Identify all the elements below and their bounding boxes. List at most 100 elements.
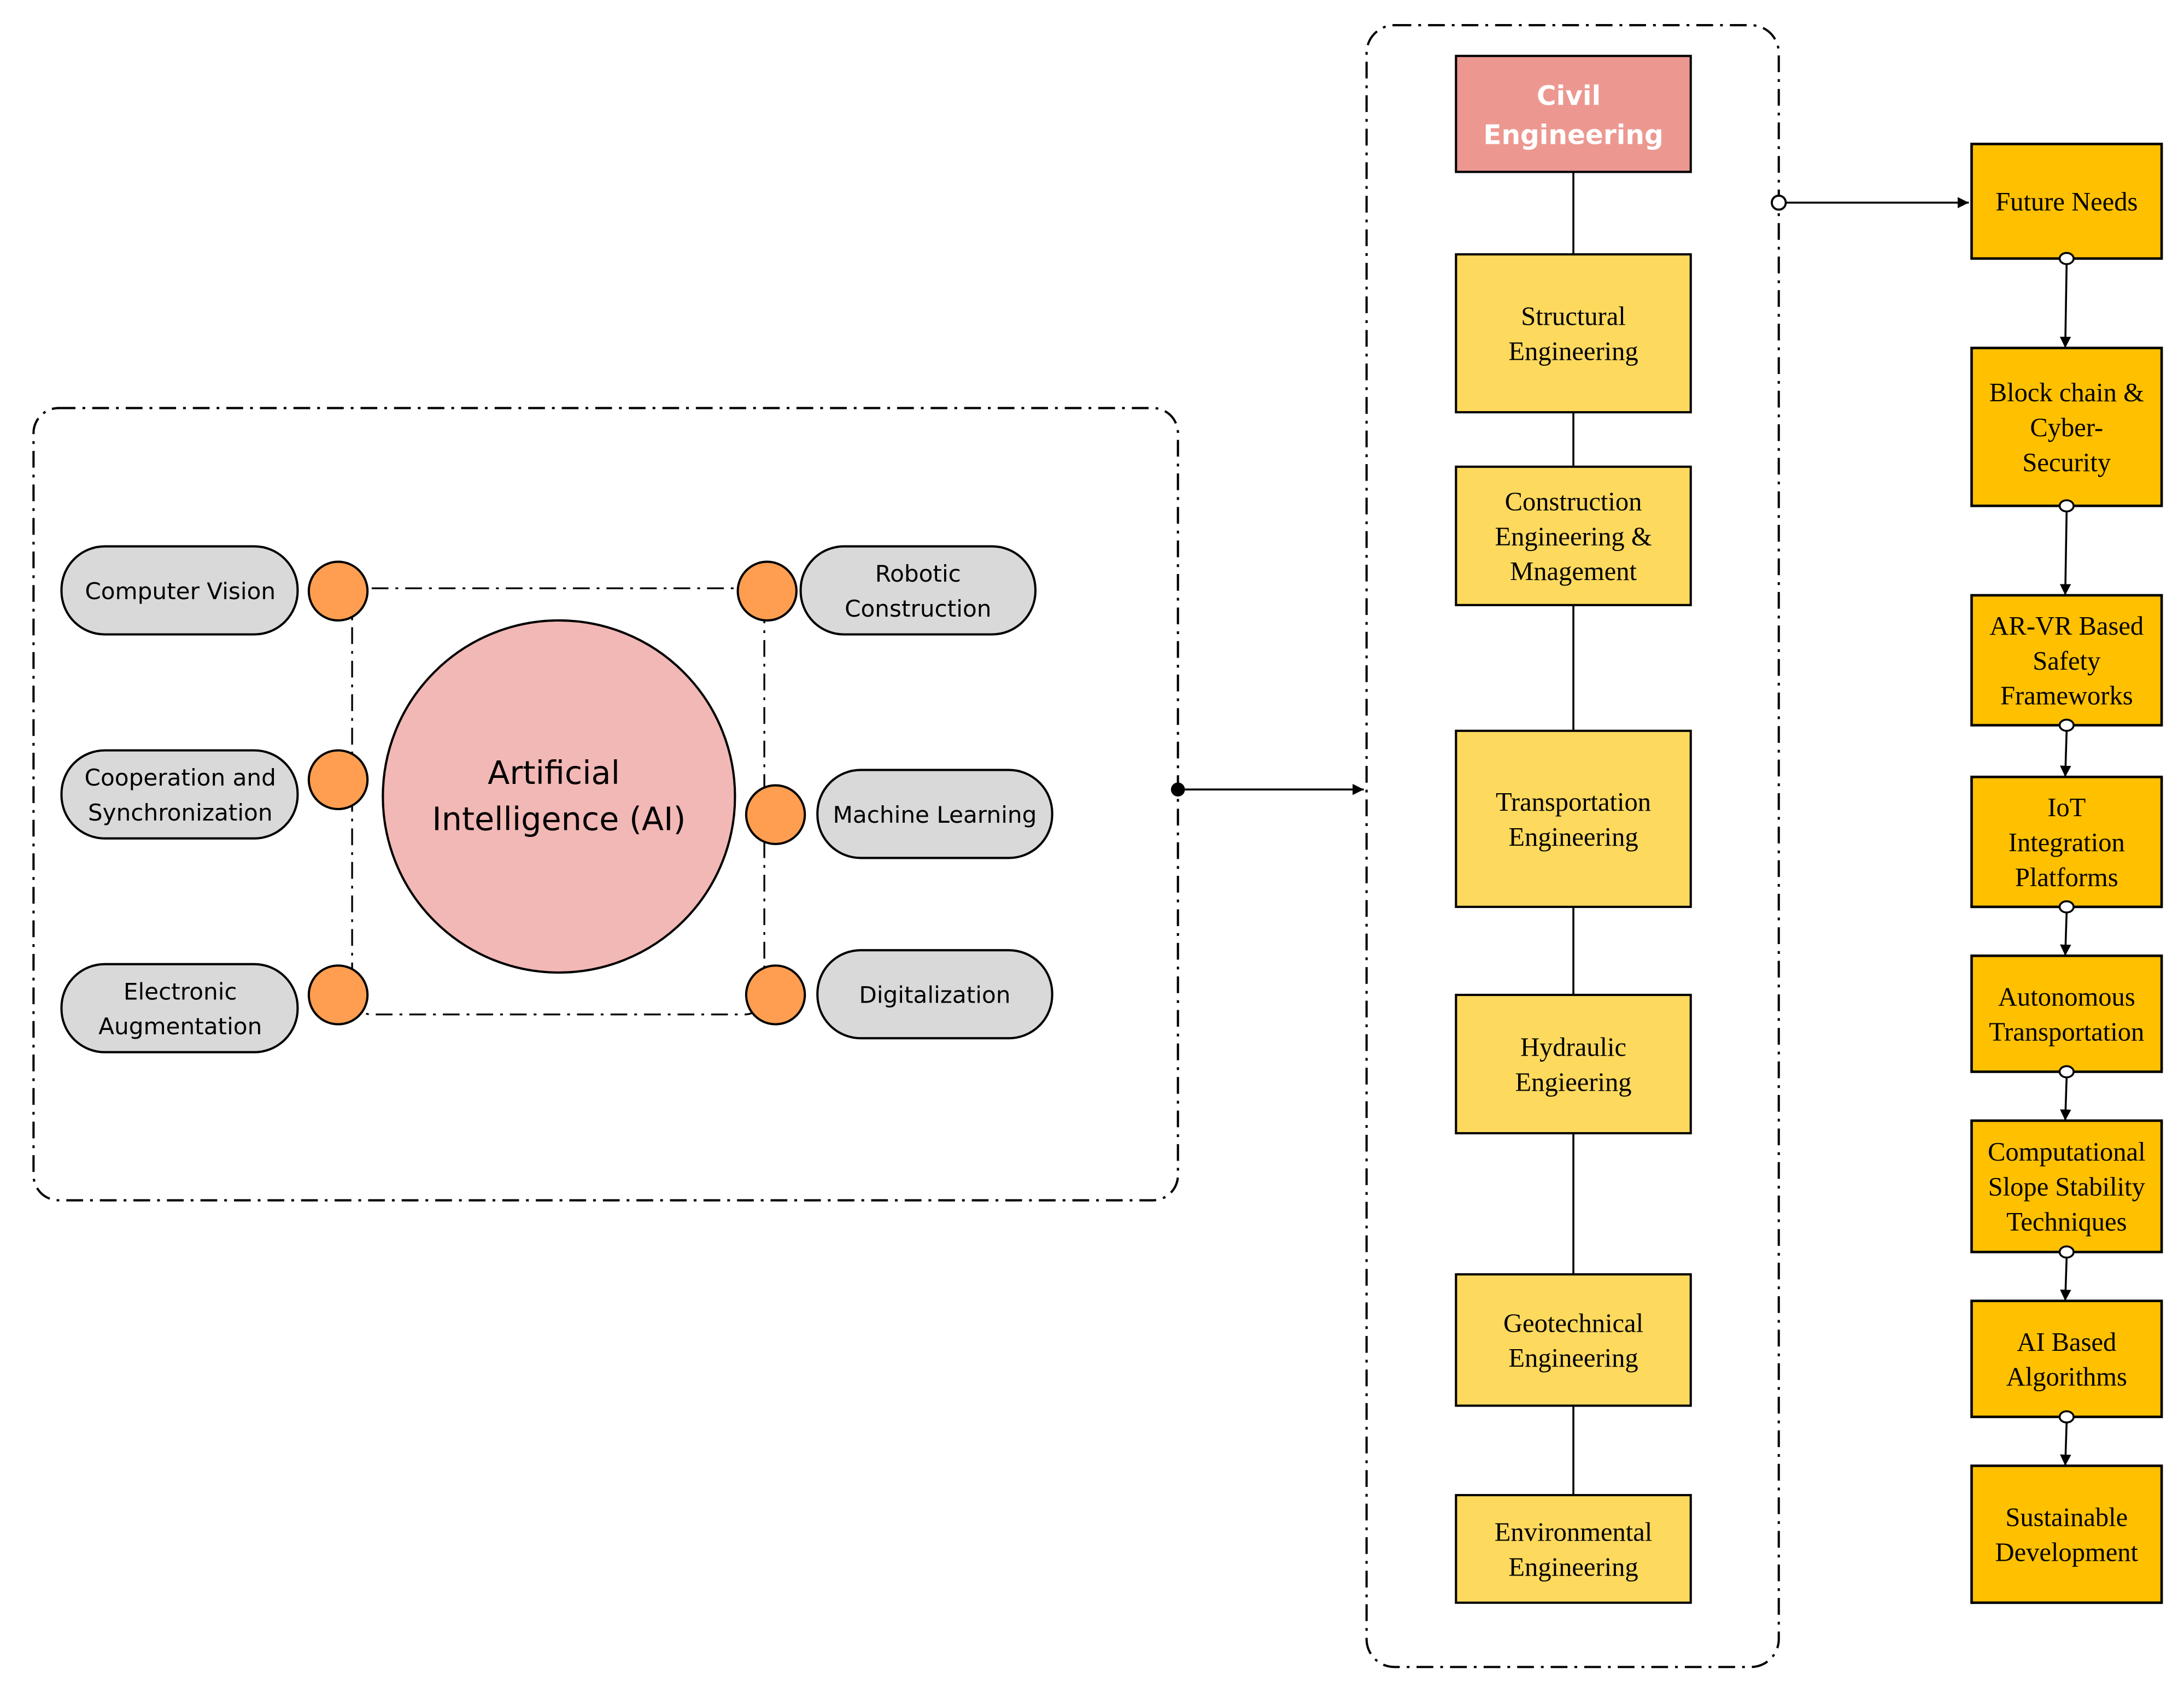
- civil-branch-node: Hydraulic Engieering: [1455, 993, 1692, 1135]
- future-need-node: Sustainable Development: [1970, 1465, 2163, 1604]
- civil-branch-label-line: Engineering: [1508, 337, 1638, 366]
- future-need-box: [1970, 954, 2163, 1073]
- civil-branch-label-line: Construction: [1505, 487, 1642, 516]
- future-need-label-line: Transportation: [1989, 1017, 2144, 1046]
- future-need-label-line: Security: [2022, 448, 2111, 477]
- future-need-box: [1970, 1465, 2163, 1604]
- capability-label-line: Computer Vision: [85, 578, 276, 605]
- future-chain-arrow: [2060, 1257, 2071, 1301]
- ai-capability-item: Cooperation and Synchronization: [60, 749, 369, 840]
- ai-center-circle: [382, 619, 736, 974]
- civil-output-connector-ring: [1771, 194, 1787, 211]
- ai-right-items: Robotic Construction Machine Learning Digit…: [736, 545, 1053, 1040]
- connector-node: [745, 964, 806, 1026]
- civil-branch-label-line: Engineering: [1508, 1552, 1638, 1582]
- future-need-label-line: Algorithms: [2006, 1362, 2127, 1392]
- future-group: Future Needs Block chain & Cyber- Security A…: [1970, 143, 2163, 1604]
- future-chain-arrow: [2060, 1422, 2071, 1466]
- future-need-label-line: Computational: [1988, 1137, 2146, 1167]
- capability-label-line: Cooperation and: [85, 764, 276, 791]
- capability-label: Machine Learning: [833, 801, 1037, 828]
- future-need-label-line: Safety: [2033, 646, 2101, 676]
- civil-branch-label-line: Geotechnical: [1503, 1308, 1643, 1338]
- ai-center-label-line2: Intelligence (AI): [432, 800, 686, 837]
- future-chain-connector-ring: [2058, 1245, 2075, 1259]
- capability-label-line: Construction: [845, 595, 991, 622]
- capability-label: Computer Vision: [85, 578, 276, 605]
- connector-node: [307, 560, 369, 622]
- civil-root-node: Civil Engineering: [1455, 55, 1692, 173]
- civil-branch-node: Construction Engineering & Mnagement: [1455, 465, 1692, 606]
- ai-capability-item: Machine Learning: [745, 769, 1053, 859]
- civil-root-label-line2: Engineering: [1483, 120, 1663, 150]
- civil-branch-node: Structural Engineering: [1455, 253, 1692, 414]
- future-chain-arrow: [2060, 1077, 2071, 1121]
- connector-node: [736, 560, 798, 622]
- future-need-node: Block chain & Cyber- Security: [1970, 347, 2163, 507]
- ai-capability-item: Electronic Augmentation: [60, 963, 369, 1053]
- civil-branch-box: [1455, 993, 1692, 1135]
- capability-label: Digitalization: [859, 982, 1010, 1009]
- civil-branch-label-line: Mnagement: [1510, 557, 1637, 586]
- ai-cluster-group: Artificial Intelligence (AI) Computer Vi…: [32, 407, 1364, 1202]
- future-need-label-line: Frameworks: [2000, 681, 2133, 711]
- civil-branch-label-line: Engieering: [1515, 1067, 1632, 1097]
- civil-branch-label-line: Engineering &: [1495, 522, 1652, 551]
- future-need-label-line: Sustainable: [2005, 1503, 2128, 1532]
- capability-label-line: Synchronization: [88, 799, 273, 826]
- capability-label-line: Augmentation: [98, 1013, 262, 1040]
- future-need-label-line: Platforms: [2015, 863, 2118, 892]
- civil-branch-label: Construction Engineering & Mnagement: [1495, 487, 1652, 586]
- ai-civil-engineering-diagram: Artificial Intelligence (AI) Computer Vi…: [32, 24, 2163, 1668]
- civil-branch-label-line: Structural: [1521, 302, 1625, 331]
- future-need-node: Future Needs: [1970, 143, 2163, 260]
- future-need-label-line: AR-VR Based: [1989, 611, 2144, 641]
- civil-branch-label-line: Environmental: [1495, 1517, 1653, 1547]
- future-chain-arrow: [2059, 264, 2071, 348]
- future-chain-arrow: [2059, 511, 2071, 595]
- civil-branch-node: Transportation Engineering: [1455, 729, 1692, 908]
- ai-capability-item: Digitalization: [745, 949, 1053, 1040]
- future-need-node: Autonomous Transportation: [1970, 954, 2163, 1073]
- civil-branch-box: [1455, 1493, 1692, 1604]
- future-need-label-line: IoT: [2047, 793, 2086, 822]
- connector-node: [307, 964, 369, 1026]
- civil-branch-box: [1455, 253, 1692, 414]
- ai-center-label-line1: Artificial: [488, 754, 620, 792]
- future-chain-connector-ring: [2058, 1065, 2075, 1079]
- capability-label-line: Electronic: [124, 978, 237, 1005]
- ai-capability-item: Computer Vision: [60, 545, 369, 636]
- future-need-label-line: Development: [1995, 1537, 2139, 1567]
- civil-branch-label-line: Engineering: [1508, 1343, 1638, 1373]
- connector-node: [745, 784, 806, 845]
- future-need-label-line: AI Based: [2017, 1327, 2116, 1357]
- civil-root-box: [1455, 55, 1692, 173]
- future-need-label: Computational Slope Stability Techniques: [1988, 1137, 2146, 1237]
- future-chain-arrow: [2060, 730, 2071, 777]
- future-chain-arrow: [2060, 912, 2071, 956]
- civil-branch-node: Geotechnical Engineering: [1455, 1273, 1692, 1407]
- ai-left-items: Computer Vision Cooperation and Synchroniz…: [60, 545, 369, 1053]
- future-need-label-line: Slope Stability: [1988, 1172, 2146, 1202]
- capability-label-line: Machine Learning: [833, 801, 1037, 828]
- future-chain-connector-ring: [2058, 499, 2075, 513]
- future-need-label: Future Needs: [1995, 187, 2138, 216]
- capability-label-line: Digitalization: [859, 982, 1010, 1009]
- civil-branch-label-line: Engineering: [1508, 822, 1638, 852]
- civil-branch-box: [1455, 1273, 1692, 1407]
- civil-branch-node: Environmental Engineering: [1455, 1493, 1692, 1604]
- future-need-node: AI Based Algorithms: [1970, 1299, 2163, 1419]
- future-chain-connector-ring: [2058, 900, 2075, 913]
- civil-root-label-line1: Civil: [1537, 81, 1601, 112]
- future-need-label-line: Block chain &: [1989, 378, 2144, 407]
- future-need-label-line: Autonomous: [1998, 982, 2135, 1011]
- future-need-label-line: Future Needs: [1995, 187, 2138, 216]
- future-need-label-line: Cyber-: [2030, 413, 2103, 442]
- connector-node: [307, 749, 369, 811]
- civil-branch-box: [1455, 729, 1692, 908]
- future-need-box: [1970, 1299, 2163, 1419]
- future-need-label-line: Techniques: [2006, 1207, 2127, 1237]
- civil-branch-label-line: Transportation: [1496, 787, 1651, 817]
- capability-label-line: Robotic: [875, 560, 961, 587]
- civil-branch-label-line: Hydraulic: [1520, 1033, 1626, 1062]
